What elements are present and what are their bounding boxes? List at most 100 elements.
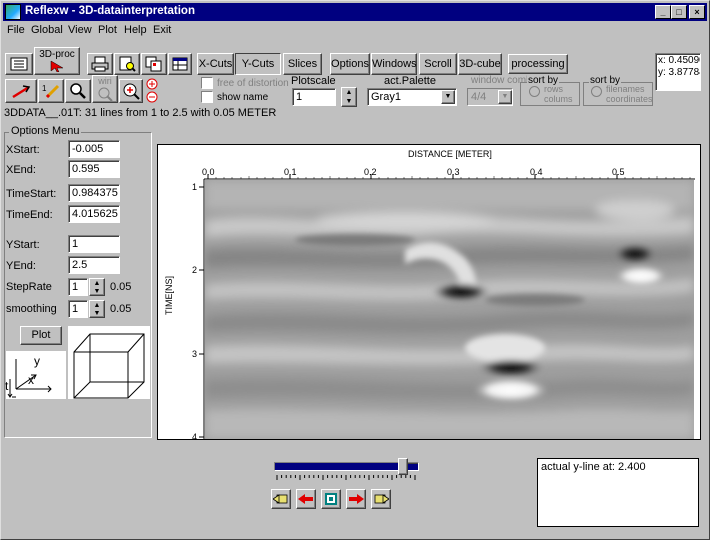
options-button[interactable]: Options — [330, 53, 370, 75]
menu-plot[interactable]: Plot — [98, 24, 117, 36]
filenames-radio[interactable] — [591, 86, 602, 97]
smoothing-label: smoothing — [6, 303, 57, 315]
rows-label: rows — [544, 84, 564, 94]
coordinates-label: coordinates — [606, 94, 653, 104]
3d-cube-button[interactable]: 3D-cube — [458, 53, 502, 75]
xend-input[interactable]: 0.595 — [68, 160, 120, 178]
processing-button[interactable]: processing — [508, 54, 568, 74]
yend-input[interactable]: 2.5 — [68, 256, 120, 274]
spin-down-icon: ▼ — [345, 98, 353, 105]
spin-up-icon: ▲ — [93, 301, 101, 309]
zoom-in-button[interactable] — [119, 79, 143, 103]
smoothing-input[interactable]: 1 — [68, 300, 88, 318]
spin-up-icon: ▲ — [93, 279, 101, 287]
yend-label: YEnd: — [6, 260, 36, 272]
3d-proc-label: 3D-proc — [39, 49, 75, 60]
title-bar: Reflexw - 3D-datainterpretation _ □ × — [3, 3, 707, 21]
hand-right-icon — [374, 494, 389, 504]
zoom-plus-minus[interactable] — [144, 77, 160, 105]
stop-button[interactable] — [321, 489, 341, 509]
pointer-icon — [50, 60, 64, 72]
windows-button[interactable]: Windows — [371, 53, 417, 75]
y-line-slider-thumb[interactable] — [397, 458, 408, 475]
menu-global[interactable]: Global — [31, 24, 63, 36]
plotscale-input[interactable]: 1 — [292, 88, 336, 106]
wiri-button[interactable]: wiri — [92, 75, 118, 103]
line-arrow-icon — [12, 85, 31, 99]
steprate-unit: 0.05 — [110, 281, 132, 293]
axis-diagram: y x t — [5, 351, 66, 399]
next-line-button[interactable] — [346, 489, 366, 509]
show-name-label: show name — [217, 92, 269, 103]
window-title: Reflexw - 3D-datainterpretation — [25, 5, 195, 17]
trace-button[interactable]: 1 — [38, 79, 64, 103]
free-of-distortion-checkbox[interactable] — [201, 77, 213, 89]
select-files-button[interactable] — [5, 53, 33, 75]
smoothing-unit: 0.05 — [110, 303, 132, 315]
scroll-button[interactable]: Scroll — [419, 53, 457, 75]
first-line-button[interactable] — [271, 489, 291, 509]
show-name-checkbox[interactable] — [201, 91, 213, 103]
maximize-button[interactable]: □ — [671, 5, 687, 19]
y-cuts-button[interactable]: Y-Cuts — [235, 53, 281, 75]
menu-file[interactable]: File — [7, 24, 25, 36]
radargram-image — [205, 180, 694, 439]
slider-ticks — [276, 475, 416, 480]
app-window: Reflexw - 3D-datainterpretation _ □ × Fi… — [0, 0, 710, 540]
menu-view[interactable]: View — [68, 24, 92, 36]
timeend-input[interactable]: 4.015625 — [68, 205, 120, 223]
xstart-label: XStart: — [6, 144, 40, 156]
menu-help[interactable]: Help — [124, 24, 147, 36]
table-button[interactable] — [168, 53, 192, 75]
axis-y-label: y — [34, 354, 40, 368]
palette-value: Gray1 — [371, 91, 401, 103]
magnifier-icon — [70, 83, 86, 99]
last-line-button[interactable] — [371, 489, 391, 509]
svg-text:1: 1 — [42, 84, 47, 93]
ystart-label: YStart: — [6, 239, 40, 251]
menu-bar: File Global View Plot Help Exit — [3, 22, 707, 40]
window-comb-value: 4/4 — [471, 91, 487, 103]
timeend-label: TimeEnd: — [6, 209, 53, 221]
arrow-left-icon — [298, 494, 313, 504]
spin-up-icon: ▲ — [345, 89, 353, 96]
printer-icon — [91, 56, 109, 72]
timestart-input[interactable]: 0.984375 — [68, 184, 120, 202]
steprate-input[interactable]: 1 — [68, 278, 88, 296]
arrow-right-icon — [349, 494, 364, 504]
status-line: 3DDATA__.01T: 31 lines from 1 to 2.5 wit… — [4, 107, 277, 119]
ystart-input[interactable]: 1 — [68, 235, 120, 253]
plotscale-spinner[interactable]: ▲ ▼ — [341, 87, 357, 107]
menu-exit[interactable]: Exit — [153, 24, 171, 36]
axis-x-label: x — [28, 373, 34, 387]
steprate-spinner[interactable]: ▲ ▼ — [89, 278, 105, 296]
close-button[interactable]: × — [689, 5, 705, 19]
coord-y: y: 3.87784 — [658, 67, 701, 78]
pencil-icon: 1 — [42, 84, 60, 99]
xstart-input[interactable]: -0.005 — [68, 140, 120, 158]
file-list-icon — [10, 57, 28, 71]
zoom-button[interactable] — [65, 79, 91, 103]
3d-proc-button[interactable]: 3D-proc — [34, 47, 80, 75]
minimize-button[interactable]: _ — [655, 5, 671, 19]
radargram-plot[interactable]: DISTANCE [METER] 0.0 0.1 0.2 0.3 0.4 0.5… — [157, 144, 701, 442]
stop-icon — [325, 493, 337, 505]
plot-button[interactable]: Plot — [20, 326, 62, 345]
coordinate-readout: x: 0.45090 y: 3.87784 — [655, 53, 701, 91]
slices-button[interactable]: Slices — [283, 53, 322, 75]
plus-minus-icon — [146, 78, 158, 103]
print-button[interactable] — [87, 53, 113, 75]
palette-dropdown-icon[interactable]: ▼ — [441, 90, 455, 104]
window-comb-dropdown-icon[interactable]: ▼ — [498, 90, 512, 104]
rows-radio[interactable] — [529, 86, 540, 97]
timestart-label: TimeStart: — [6, 188, 57, 200]
preview-button[interactable] — [114, 53, 140, 75]
previous-line-button[interactable] — [296, 489, 316, 509]
smoothing-spinner[interactable]: ▲ ▼ — [89, 300, 105, 318]
colums-label: colums — [544, 94, 573, 104]
zoom-disabled-icon — [98, 87, 113, 102]
x-cuts-button[interactable]: X-Cuts — [197, 53, 234, 75]
copy-button[interactable] — [141, 53, 167, 75]
draw-line-button[interactable] — [5, 79, 37, 103]
info-text: actual y-line at: 2.400 — [541, 461, 646, 473]
